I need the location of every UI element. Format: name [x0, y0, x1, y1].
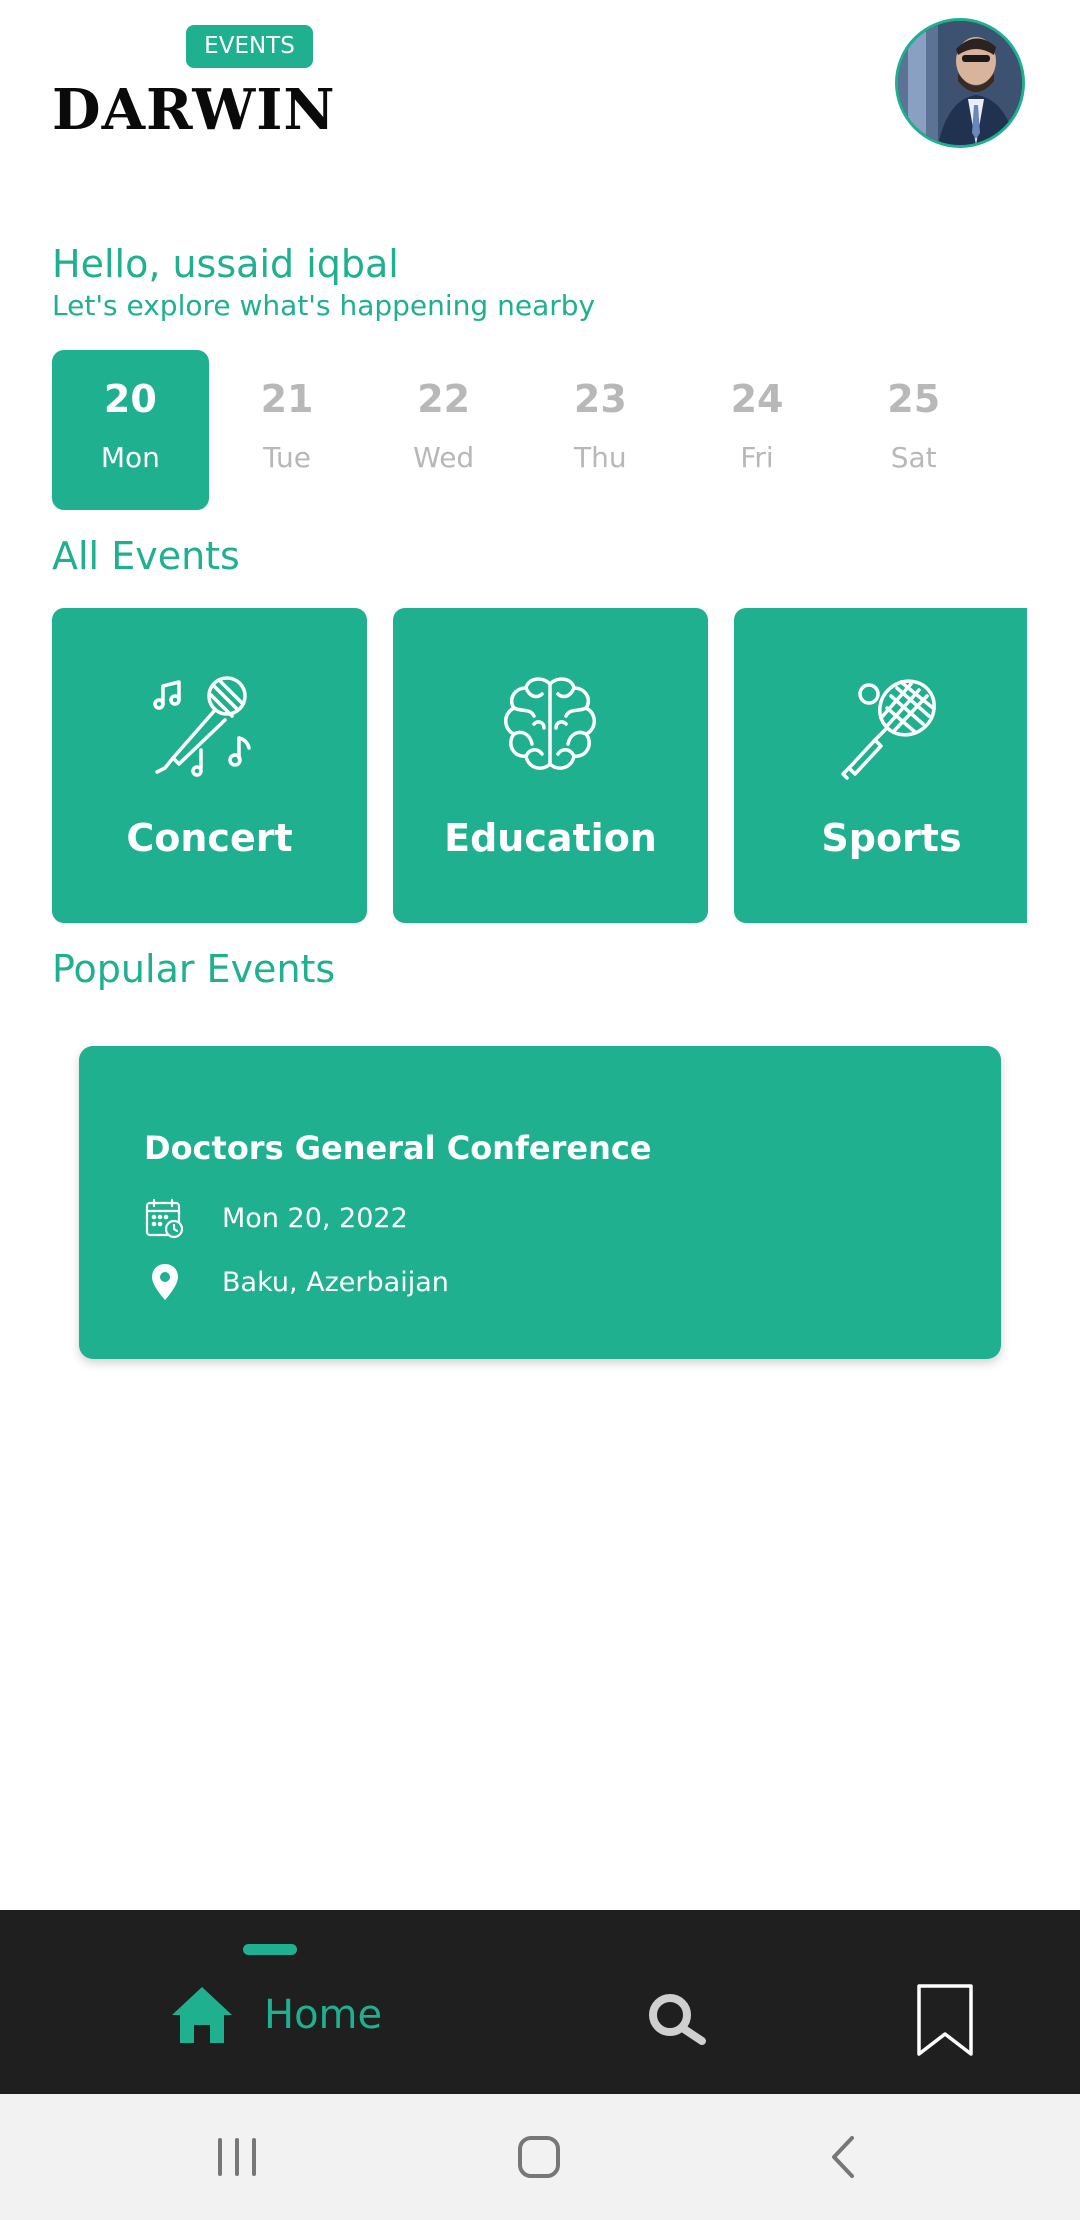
nav-home-tab[interactable]: Home	[170, 1985, 382, 2045]
date-day: Wed	[413, 441, 475, 474]
date-number: 22	[417, 377, 471, 421]
category-card-sports[interactable]: Sports	[734, 608, 1027, 923]
date-item-22[interactable]: 22 Wed	[365, 350, 522, 510]
date-day: Fri	[740, 441, 774, 474]
avatar-photo	[898, 21, 1022, 145]
active-tab-indicator	[243, 1944, 297, 1955]
date-item-24[interactable]: 24 Fri	[679, 350, 836, 510]
event-date: Mon 20, 2022	[222, 1202, 408, 1234]
tennis-racket-icon	[841, 679, 936, 780]
user-avatar[interactable]	[895, 18, 1025, 148]
popular-events-heading: Popular Events	[52, 947, 336, 991]
event-date-row: Mon 20, 2022	[144, 1196, 408, 1240]
date-day: Sat	[890, 441, 937, 474]
category-label: Concert	[126, 816, 293, 860]
date-item-20[interactable]: 20 Mon	[52, 350, 209, 510]
all-events-heading: All Events	[52, 534, 240, 578]
date-number: 25	[887, 377, 941, 421]
date-item-21[interactable]: 21 Tue	[209, 350, 366, 510]
date-selector: 20 Mon 21 Tue 22 Wed 23 Thu 24 Fri 25 Sa…	[52, 350, 992, 510]
events-badge: EVENTS	[186, 25, 313, 68]
category-card-concert[interactable]: Concert	[52, 608, 367, 923]
date-item-23[interactable]: 23 Thu	[522, 350, 679, 510]
nav-home-label: Home	[264, 1992, 383, 2038]
app-logo: DARWIN	[52, 77, 336, 143]
event-title: Doctors General Conference	[144, 1129, 652, 1167]
back-icon[interactable]	[818, 2132, 868, 2182]
greeting-subtitle: Let's explore what's happening nearby	[52, 289, 596, 322]
greeting-title: Hello, ussaid iqbal	[52, 242, 399, 286]
brain-icon	[504, 677, 596, 770]
microphone-music-icon	[153, 676, 251, 777]
event-location: Baku, Azerbaijan	[222, 1266, 449, 1298]
event-location-row: Baku, Azerbaijan	[144, 1260, 449, 1304]
category-carousel[interactable]: Concert Education Sports	[52, 608, 1027, 923]
popular-event-card[interactable]: Doctors General Conference Mon 20, 2022 …	[79, 1046, 1001, 1359]
system-navigation-bar	[0, 2094, 1080, 2220]
date-day: Thu	[574, 441, 627, 474]
date-number: 21	[260, 377, 314, 421]
bookmark-icon[interactable]	[915, 1982, 975, 2058]
date-number: 20	[103, 377, 157, 421]
location-pin-icon	[152, 1264, 178, 1300]
date-number: 23	[573, 377, 627, 421]
date-item-25[interactable]: 25 Sat	[835, 350, 992, 510]
search-icon[interactable]	[642, 1987, 712, 2057]
category-card-education[interactable]: Education	[393, 608, 708, 923]
date-number: 24	[730, 377, 784, 421]
category-label: Sports	[821, 816, 962, 860]
date-day: Tue	[263, 441, 311, 474]
home-button-icon[interactable]	[514, 2132, 564, 2182]
home-icon	[172, 1987, 232, 2043]
bottom-navigation: Home	[0, 1910, 1080, 2094]
calendar-clock-icon	[145, 1198, 184, 1239]
category-label: Education	[444, 816, 657, 860]
recent-apps-icon[interactable]	[212, 2132, 262, 2182]
date-day: Mon	[100, 441, 160, 474]
